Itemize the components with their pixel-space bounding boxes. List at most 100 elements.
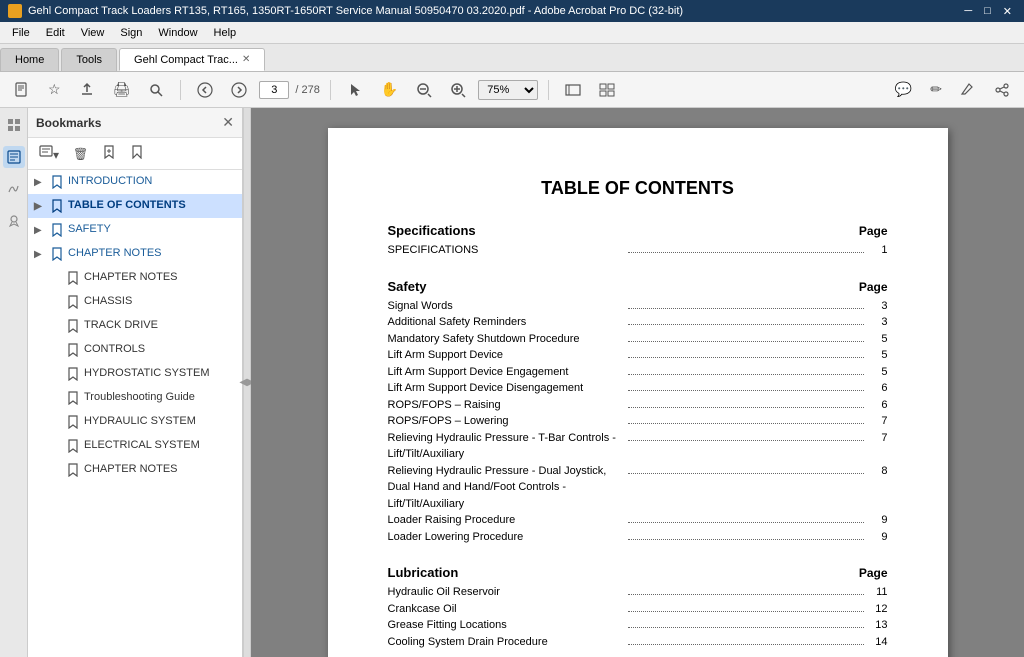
window-title: Gehl Compact Track Loaders RT135, RT165,… xyxy=(28,5,954,17)
bookmark-delete-button[interactable]: 🗑 xyxy=(68,144,93,164)
bookmark-label: INTRODUCTION xyxy=(68,175,236,188)
bookmarks-header: Bookmarks ✕ xyxy=(28,108,242,138)
section-title: Lubrication xyxy=(388,565,459,580)
tab-bar: Home Tools Gehl Compact Trac... ✕ xyxy=(0,44,1024,72)
toc-entry: Lift Arm Support Device5 xyxy=(388,347,888,364)
select-tool-button[interactable] xyxy=(341,78,369,102)
bookmark-label: ELECTRICAL SYSTEM xyxy=(84,439,236,452)
bookmark-label: Troubleshooting Guide xyxy=(84,391,236,404)
entry-page: 1 xyxy=(868,242,888,259)
prev-page-button[interactable] xyxy=(191,78,219,102)
comment-button[interactable]: 💬 xyxy=(889,77,918,102)
window-controls[interactable]: ─ □ ✕ xyxy=(960,5,1016,18)
bookmark-icon xyxy=(66,343,80,357)
fit-page-button[interactable] xyxy=(559,78,587,102)
bookmark-icon xyxy=(66,415,80,429)
bookmark-item-track-drive[interactable]: TRACK DRIVE xyxy=(28,314,242,338)
toolbar-divider-3 xyxy=(548,80,549,100)
bookmark-icon xyxy=(66,463,80,477)
view-options-button[interactable] xyxy=(593,78,621,102)
bookmark-item-hydrostatic[interactable]: HYDROSTATIC SYSTEM xyxy=(28,362,242,386)
bookmark-item-chapter-notes-3[interactable]: CHAPTER NOTES xyxy=(28,458,242,482)
tab-home[interactable]: Home xyxy=(0,48,59,71)
menu-view[interactable]: View xyxy=(73,25,113,41)
sidebar-bookmarks-button[interactable] xyxy=(3,146,25,168)
share-button[interactable] xyxy=(988,78,1016,102)
tab-document-label: Gehl Compact Trac... xyxy=(134,54,238,66)
bookmark-icon xyxy=(50,223,64,237)
zoom-out-search-button[interactable] xyxy=(142,78,170,102)
toc-entry: Lift Arm Support Device Engagement5 xyxy=(388,364,888,381)
expand-arrow: ▶ xyxy=(34,177,46,188)
document-area[interactable]: TABLE OF CONTENTS Specifications Page SP… xyxy=(251,108,1024,657)
main-layout: Bookmarks ✕ ▾ 🗑 ▶ INTRODUCTION xyxy=(0,108,1024,657)
zoom-out-button[interactable] xyxy=(410,78,438,102)
tab-home-label: Home xyxy=(15,54,44,66)
bookmark-icon xyxy=(66,319,80,333)
annotate-button[interactable] xyxy=(954,78,982,102)
menu-file[interactable]: File xyxy=(4,25,38,41)
tab-document[interactable]: Gehl Compact Trac... ✕ xyxy=(119,48,265,71)
bookmark-button[interactable]: ☆ xyxy=(42,77,67,102)
toc-entry: Grease Fitting Locations13 xyxy=(388,617,888,634)
page-total: / 278 xyxy=(295,84,319,96)
toc-entry: Signal Words3 xyxy=(388,298,888,315)
bookmark-item-electrical[interactable]: ELECTRICAL SYSTEM xyxy=(28,434,242,458)
toc-entry: Relieving Hydraulic Pressure - T-Bar Con… xyxy=(388,430,888,463)
bookmark-label: CHASSIS xyxy=(84,295,236,308)
bookmark-expand-button[interactable] xyxy=(125,142,149,165)
bookmark-add-button[interactable] xyxy=(97,142,121,165)
draw-button[interactable]: ✏ xyxy=(924,77,948,102)
minimize-button[interactable]: ─ xyxy=(960,5,976,18)
bookmark-item-safety[interactable]: ▶ SAFETY xyxy=(28,218,242,242)
bookmark-item-hydraulic[interactable]: HYDRAULIC SYSTEM xyxy=(28,410,242,434)
menu-window[interactable]: Window xyxy=(150,25,205,41)
bookmark-item-chapter-notes-2[interactable]: CHAPTER NOTES xyxy=(28,266,242,290)
menu-edit[interactable]: Edit xyxy=(38,25,73,41)
bookmark-icon xyxy=(50,199,64,213)
bookmark-item-controls[interactable]: CONTROLS xyxy=(28,338,242,362)
bookmark-item-troubleshooting[interactable]: Troubleshooting Guide xyxy=(28,386,242,410)
bookmark-label: SAFETY xyxy=(68,223,236,236)
dot-leader xyxy=(628,252,864,253)
app-icon xyxy=(8,4,22,18)
menu-help[interactable]: Help xyxy=(206,25,245,41)
bookmark-label: HYDROSTATIC SYSTEM xyxy=(84,367,236,380)
toc-entry: Cooling System Drain Procedure14 xyxy=(388,634,888,651)
toc-section-specifications: Specifications Page SPECIFICATIONS 1 xyxy=(388,223,888,259)
bookmark-item-chapter-notes-1[interactable]: ▶ CHAPTER NOTES xyxy=(28,242,242,266)
zoom-in-button[interactable] xyxy=(444,78,472,102)
bookmark-icon xyxy=(66,439,80,453)
tab-close-button[interactable]: ✕ xyxy=(242,54,250,65)
new-doc-button[interactable] xyxy=(8,78,36,102)
section-page-label: Page xyxy=(859,224,888,238)
tab-tools-label: Tools xyxy=(76,54,102,66)
sidebar-thumbnails-button[interactable] xyxy=(3,114,25,136)
maximize-button[interactable]: □ xyxy=(980,5,995,18)
bookmark-options-button[interactable]: ▾ xyxy=(34,142,64,165)
bookmark-item-introduction[interactable]: ▶ INTRODUCTION xyxy=(28,170,242,194)
bookmark-label: CHAPTER NOTES xyxy=(84,271,236,284)
toc-entry: Relieving Hydraulic Pressure - Dual Joys… xyxy=(388,463,888,513)
panel-resize-handle[interactable]: ◀▶ xyxy=(243,108,251,657)
tab-tools[interactable]: Tools xyxy=(61,48,117,71)
bookmark-item-chassis[interactable]: CHASSIS xyxy=(28,290,242,314)
toc-entry: Lift Arm Support Device Disengagement6 xyxy=(388,380,888,397)
bookmark-icon xyxy=(66,367,80,381)
sidebar-comments-button[interactable] xyxy=(3,210,25,232)
print-button[interactable]: 🖨 xyxy=(107,77,137,102)
toolbar-divider-1 xyxy=(180,80,181,100)
zoom-select[interactable]: 50% 75% 100% 125% 150% xyxy=(478,80,538,100)
upload-button[interactable] xyxy=(73,78,101,102)
toc-entry: Mandatory Safety Shutdown Procedure5 xyxy=(388,331,888,348)
hand-tool-button[interactable]: ✋ xyxy=(375,77,404,102)
page-number-input[interactable] xyxy=(259,81,289,99)
close-button[interactable]: ✕ xyxy=(999,5,1016,18)
bookmarks-close-button[interactable]: ✕ xyxy=(222,114,234,131)
toc-section-safety: Safety Page Signal Words3 Additional Saf… xyxy=(388,279,888,546)
next-page-button[interactable] xyxy=(225,78,253,102)
menu-sign[interactable]: Sign xyxy=(112,25,150,41)
sidebar-signatures-button[interactable] xyxy=(3,178,25,200)
toc-entry: Loader Lowering Procedure9 xyxy=(388,529,888,546)
bookmark-item-toc[interactable]: ▶ TABLE OF CONTENTS xyxy=(28,194,242,218)
